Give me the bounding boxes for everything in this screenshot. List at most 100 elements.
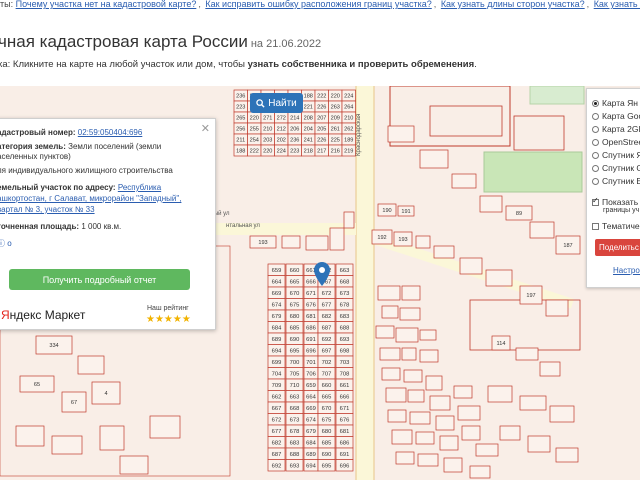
plot-number: 700 [290, 360, 300, 366]
faq-link-missing-plot[interactable]: Почему участка нет на кадастровой карте? [16, 0, 197, 9]
faq-link-side-lengths[interactable]: Как узнать длины сторон участка? [441, 0, 585, 9]
cadastral-plot[interactable] [415, 235, 431, 249]
plot-number: 236 [236, 94, 245, 100]
layer-option-6[interactable]: Спутник E [592, 176, 640, 186]
cadastral-plot[interactable] [499, 425, 521, 441]
cadastral-plot[interactable] [381, 367, 401, 381]
close-icon[interactable]: ✕ [201, 122, 210, 135]
cadastral-plot[interactable] [343, 211, 355, 229]
faq-link-owner-name[interactable]: Как узнать ФИО собственника у [594, 0, 640, 9]
cadastral-plot[interactable] [459, 257, 483, 275]
cadastral-plot[interactable] [407, 389, 425, 403]
layer-option-2[interactable]: Карта 2Gl [592, 124, 640, 134]
cadastral-plot[interactable] [487, 385, 513, 403]
help-link[interactable]: ⓘ о [0, 239, 12, 248]
thematic-checkbox[interactable]: Тематичес [592, 221, 640, 231]
cadastral-plot[interactable] [435, 415, 455, 431]
cadastral-plot[interactable] [549, 405, 575, 423]
cadastral-plot[interactable] [417, 453, 439, 467]
cadastral-plot[interactable] [443, 457, 463, 473]
street-label-2: нтальная ул [226, 223, 260, 229]
cadastral-plot[interactable] [375, 325, 395, 339]
cadastral-plot[interactable] [409, 411, 431, 425]
plot-grid-scatter[interactable] [375, 285, 499, 479]
show-borders-checkbox[interactable]: Показать ка [592, 196, 640, 207]
cadastral-plot[interactable] [305, 235, 329, 251]
cadastral-plot[interactable] [381, 305, 399, 319]
cadastral-plot[interactable] [419, 149, 449, 169]
cadastral-plot[interactable] [419, 329, 437, 341]
plot-number: 265 [236, 116, 245, 122]
cadastral-plot[interactable] [379, 347, 401, 361]
cadastral-plot[interactable] [15, 425, 45, 447]
cadastral-plot[interactable] [457, 405, 481, 421]
yandex-market-logo[interactable]: Яндекс Маркет [1, 308, 85, 322]
settings-link[interactable]: Настрои [613, 266, 640, 275]
cadastral-plot[interactable] [429, 395, 451, 411]
layer-option-5[interactable]: Спутник G [592, 163, 640, 173]
cadastral-number-link[interactable]: 02:59:050404:696 [78, 128, 143, 137]
plot-number: 675 [322, 417, 332, 423]
cadastral-plot[interactable] [433, 245, 455, 259]
radio-icon [592, 138, 599, 146]
cadastral-plot[interactable] [485, 269, 513, 287]
layer-option-0[interactable]: Карта Ян [592, 98, 638, 108]
cadastral-plot[interactable] [451, 173, 477, 189]
cadastral-plot[interactable] [519, 395, 547, 411]
layer-label: Спутник G [602, 163, 640, 173]
layer-option-3[interactable]: OpenStree [592, 137, 640, 147]
plot-number: 670 [322, 406, 332, 412]
page-title: чная кадастровая карта России на 21.06.20… [0, 32, 321, 52]
layer-option-4[interactable]: Спутник Я [592, 150, 640, 160]
share-button[interactable]: Поделитьс [595, 239, 640, 256]
cadastral-plot[interactable] [51, 435, 83, 455]
cadastral-plot[interactable] [395, 451, 415, 465]
address-link-2[interactable]: ашкортостан, г Салават, микрорайон "Запа… [0, 194, 181, 203]
cadastral-plot[interactable] [545, 299, 569, 317]
cadastral-plot[interactable] [479, 195, 503, 213]
cadastral-plot[interactable] [377, 285, 401, 301]
cadastral-plot[interactable] [527, 435, 551, 453]
cadastral-plot[interactable] [387, 125, 415, 143]
cadastral-plot[interactable] [399, 307, 421, 321]
cadastral-plot[interactable] [461, 425, 481, 441]
cadastral-plot[interactable] [401, 285, 421, 301]
plot-number: 704 [272, 371, 282, 377]
cadastral-plot[interactable] [281, 235, 301, 249]
cadastral-plot[interactable] [99, 425, 125, 451]
cadastral-plot[interactable] [329, 227, 345, 251]
cadastral-plot[interactable] [391, 429, 413, 445]
search-button[interactable]: Найти [250, 93, 303, 113]
cadastral-plot[interactable] [469, 465, 491, 479]
map-pin-icon[interactable] [314, 262, 330, 286]
cadastral-plot[interactable] [403, 369, 423, 383]
cadastral-plot[interactable] [515, 347, 539, 361]
cadastral-plot[interactable] [119, 455, 149, 475]
faq-link-fix-borders[interactable]: Как исправить ошибку расположения границ… [205, 0, 431, 9]
category-row: атегория земель: Земли поселений (земли [0, 142, 161, 152]
cadastral-plot[interactable] [529, 221, 555, 239]
get-report-button[interactable]: Получить подробный отчет [9, 269, 190, 290]
cadastral-plot[interactable] [555, 447, 579, 463]
plot-number: 676 [340, 417, 350, 423]
address-link-1[interactable]: Республика [118, 183, 161, 192]
plot-number: 667 [272, 406, 282, 412]
cadastral-plot[interactable] [149, 415, 181, 439]
cadastral-plot[interactable] [425, 375, 443, 391]
plot-grid-main[interactable]: 659 660 661 662 663 664 665 666 667 668 669 670 671 6… [267, 263, 354, 472]
layer-option-1[interactable]: Карта Goo [592, 111, 640, 121]
cadastral-plot[interactable] [539, 361, 561, 377]
cadastral-plot[interactable] [453, 385, 473, 399]
cadastral-plot[interactable] [439, 435, 459, 451]
address-link-3[interactable]: вартал № 3, участок № 33 [0, 205, 95, 214]
cadastral-plot[interactable] [419, 349, 439, 363]
cadastral-plot[interactable] [387, 409, 407, 423]
cadastral-plot[interactable] [415, 431, 435, 445]
cadastral-plot[interactable] [385, 387, 407, 403]
plot-number: 678 [340, 302, 350, 308]
cadastral-plot[interactable] [395, 327, 419, 343]
plot-number: 222 [250, 149, 259, 155]
cadastral-plot[interactable] [77, 355, 105, 375]
cadastral-plot[interactable] [401, 347, 417, 361]
cadastral-plot[interactable] [475, 443, 499, 457]
